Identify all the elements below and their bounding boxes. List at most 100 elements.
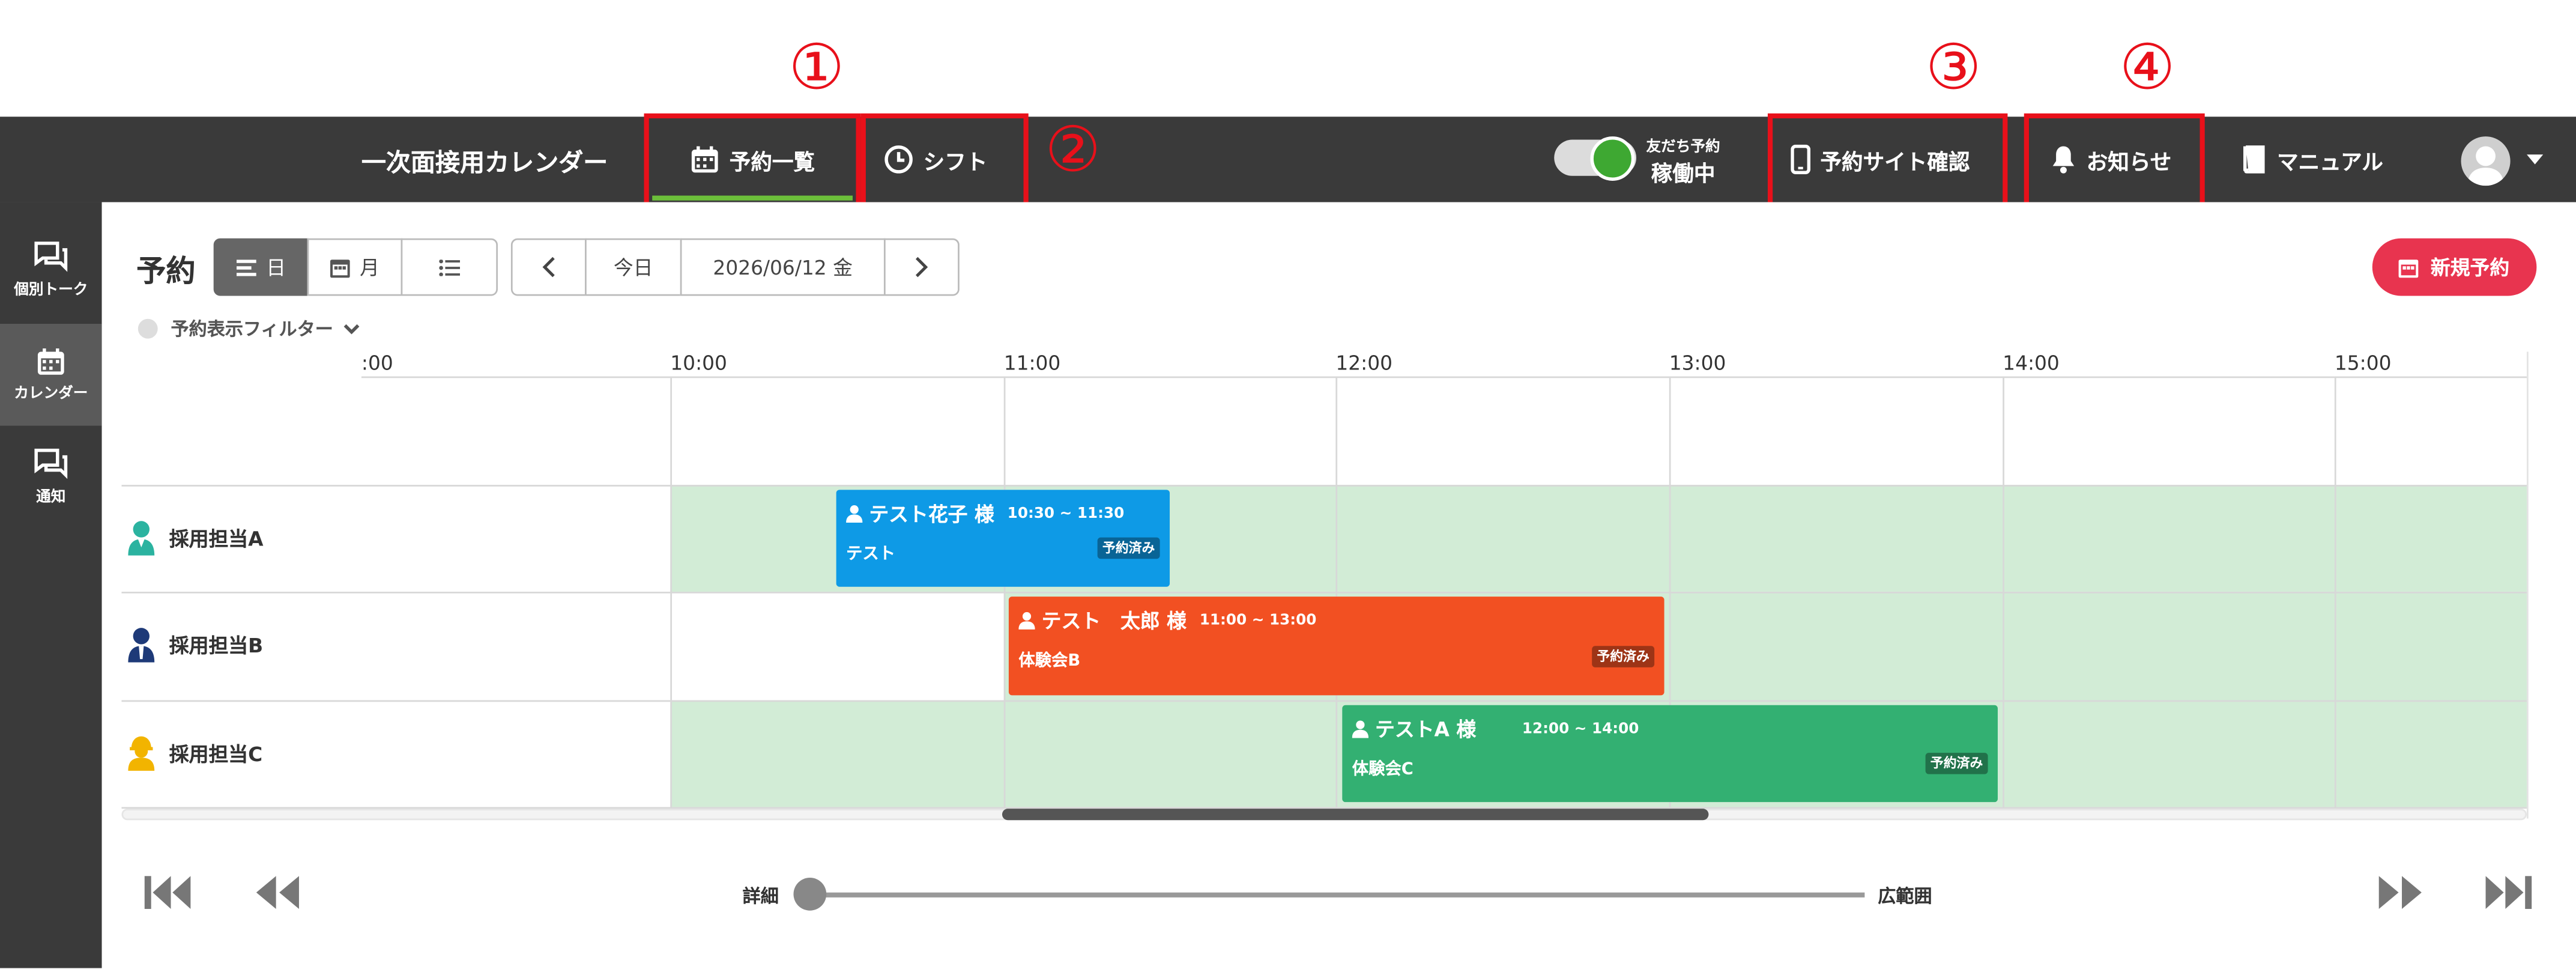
annotation-box-1 bbox=[644, 113, 861, 207]
friend-status-value: 稼働中 bbox=[1651, 162, 1716, 187]
status-badge: 予約済み bbox=[1925, 753, 1988, 774]
grid-line bbox=[121, 485, 2527, 487]
reservation-event[interactable]: テスト花子 様 10:30 ~ 11:30 テスト 予約済み bbox=[836, 490, 1170, 587]
book-icon bbox=[2243, 145, 2265, 174]
view-month-button[interactable]: 月 bbox=[307, 238, 403, 296]
calendar-icon bbox=[330, 258, 350, 278]
annotation-number-1: ① bbox=[788, 31, 845, 104]
female-staff-icon bbox=[128, 521, 155, 556]
annotation-box-3 bbox=[1767, 113, 2008, 207]
event-time: 11:00 ~ 13:00 bbox=[1199, 612, 1317, 629]
horizontal-scrollbar-thumb[interactable] bbox=[1002, 809, 1709, 821]
hour-label: 10:00 bbox=[670, 351, 727, 375]
worker-staff-icon bbox=[128, 736, 155, 771]
today-button[interactable]: 今日 bbox=[585, 238, 682, 296]
app-name: 一次面接用カレンダー bbox=[361, 148, 608, 178]
annotation-number-4: ④ bbox=[2119, 31, 2175, 104]
user-icon bbox=[1352, 720, 1369, 738]
manual-button[interactable]: マニュアル bbox=[2241, 117, 2383, 202]
event-guest: テスト 太郎 様 bbox=[1041, 610, 1187, 633]
grid-line bbox=[121, 591, 2527, 594]
filter-label: 予約表示フィルター bbox=[171, 318, 333, 341]
sidebar-item-notification[interactable]: 通知 bbox=[0, 426, 102, 528]
hour-label: :00 bbox=[361, 351, 393, 375]
list-icon bbox=[236, 258, 256, 276]
reservation-event[interactable]: テストA 様 12:00 ~ 14:00 体験会C 予約済み bbox=[1342, 705, 1998, 803]
next-day-button[interactable] bbox=[883, 238, 960, 296]
staff-row-b: 採用担当B bbox=[127, 626, 264, 663]
event-desc: 体験会B bbox=[1018, 652, 1081, 671]
sidebar-item-calendar[interactable]: カレンダー bbox=[0, 323, 102, 426]
zoom-min-label: 詳細 bbox=[742, 885, 779, 908]
view-list-button[interactable] bbox=[401, 238, 498, 296]
zoom-max-label: 広範囲 bbox=[1878, 885, 1932, 908]
manual-label: マニュアル bbox=[2277, 150, 2383, 175]
zoom-slider-handle[interactable] bbox=[793, 878, 827, 911]
event-title: テスト 太郎 様 11:00 ~ 13:00 bbox=[1018, 607, 1654, 635]
event-time: 12:00 ~ 14:00 bbox=[1522, 720, 1639, 738]
chat-icon bbox=[34, 448, 68, 479]
avatar[interactable] bbox=[2461, 136, 2511, 186]
grid-line bbox=[361, 376, 2527, 378]
calendar-icon bbox=[2399, 258, 2419, 278]
grid-line bbox=[2334, 376, 2336, 807]
grid-line bbox=[2526, 351, 2529, 819]
skip-last-icon[interactable] bbox=[2484, 871, 2533, 914]
grid-line bbox=[1003, 376, 1006, 807]
prev-day-button[interactable] bbox=[510, 238, 587, 296]
reservation-event[interactable]: テスト 太郎 様 11:00 ~ 13:00 体験会B 予約済み bbox=[1008, 597, 1664, 696]
status-badge: 予約済み bbox=[1592, 646, 1655, 667]
date-display[interactable]: 2026/06/12 金 bbox=[680, 238, 886, 296]
annotation-box-4 bbox=[2024, 113, 2205, 207]
view-day-button[interactable]: 日 bbox=[213, 238, 309, 296]
grid-line bbox=[1335, 376, 1338, 807]
sidebar-item-label: 個別トーク bbox=[14, 282, 88, 299]
toggle-knob[interactable] bbox=[1590, 136, 1635, 181]
grid-line bbox=[2003, 376, 2004, 807]
staff-name: 採用担当C bbox=[169, 742, 263, 765]
fast-forward-icon[interactable] bbox=[2375, 871, 2425, 914]
zoom-slider-track[interactable] bbox=[809, 892, 1865, 898]
hour-label: 12:00 bbox=[1335, 351, 1393, 375]
event-time: 10:30 ~ 11:30 bbox=[1007, 505, 1125, 522]
grid-line bbox=[670, 376, 673, 807]
staff-row-a: 採用担当A bbox=[127, 520, 264, 556]
annotation-number-2: ② bbox=[1045, 113, 1101, 186]
new-reservation-label: 新規予約 bbox=[2430, 256, 2510, 280]
annotation-number-3: ③ bbox=[1925, 31, 1982, 104]
grid-line bbox=[121, 700, 2527, 702]
page-title: 予約 bbox=[136, 255, 196, 290]
new-reservation-button[interactable]: 新規予約 bbox=[2372, 238, 2537, 296]
hour-label: 13:00 bbox=[1669, 351, 1726, 375]
chevron-right-icon bbox=[915, 257, 928, 278]
hour-label: 11:00 bbox=[1003, 351, 1061, 375]
hour-label: 15:00 bbox=[2334, 351, 2392, 375]
skip-first-icon[interactable] bbox=[143, 871, 192, 914]
staff-row-c: 採用担当C bbox=[127, 735, 263, 771]
sidebar-item-label: カレンダー bbox=[14, 386, 88, 403]
chevron-down-icon[interactable] bbox=[2526, 154, 2544, 165]
filter-status-dot bbox=[138, 318, 158, 339]
chevron-left-icon bbox=[542, 257, 555, 278]
hour-label: 14:00 bbox=[2003, 351, 2060, 375]
user-icon bbox=[1018, 612, 1035, 630]
chevron-down-icon bbox=[343, 323, 359, 334]
event-guest: テストA 様 bbox=[1375, 718, 1477, 741]
app-screen: 一次面接用カレンダー 予約一覧 シフト 友だち予約 稼働中 予約サイト確認 お知… bbox=[0, 0, 2576, 968]
bullet-list-icon bbox=[439, 258, 461, 276]
date-label: 2026/06/12 金 bbox=[713, 256, 853, 280]
chat-icon bbox=[34, 241, 68, 272]
reservation-filter[interactable]: 予約表示フィルター bbox=[138, 315, 360, 342]
sidebar-item-individual-talk[interactable]: 個別トーク bbox=[0, 219, 102, 321]
event-guest: テスト花子 様 bbox=[869, 503, 994, 526]
staff-name: 採用担当B bbox=[169, 633, 264, 657]
event-desc: 体験会C bbox=[1352, 761, 1413, 779]
status-badge: 予約済み bbox=[1097, 537, 1160, 559]
event-title: テストA 様 12:00 ~ 14:00 bbox=[1352, 715, 1988, 743]
event-title: テスト花子 様 10:30 ~ 11:30 bbox=[846, 500, 1160, 528]
staff-name: 採用担当A bbox=[169, 526, 264, 550]
annotation-box-2 bbox=[860, 113, 1029, 207]
rewind-icon[interactable] bbox=[253, 871, 302, 914]
view-month-label: 月 bbox=[360, 256, 380, 280]
calendar-icon bbox=[37, 348, 64, 375]
